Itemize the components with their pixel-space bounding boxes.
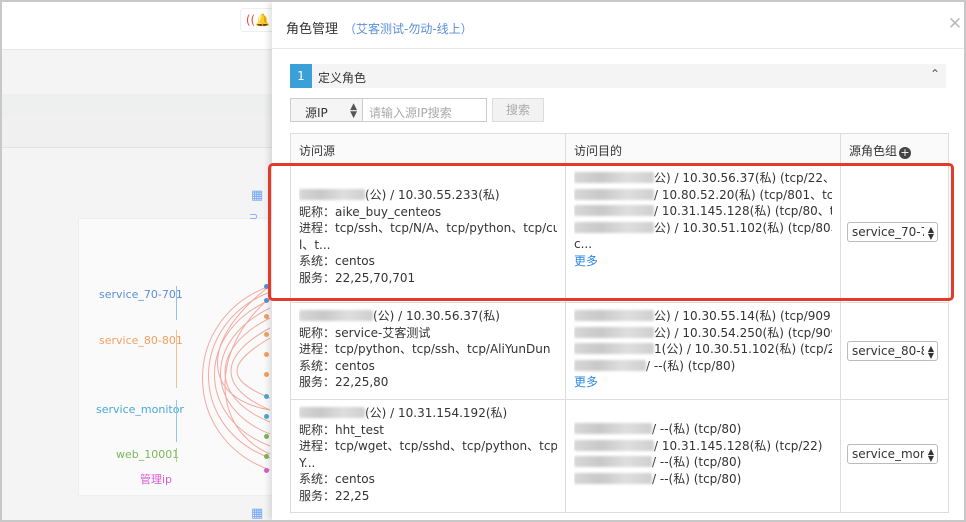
step-number: 1 [290,64,312,88]
header-source: 访问源 [291,134,566,163]
screenshot-frame: ((🔔 ▦ ⊃ ▦ service_70-701 service_80-801 … [0,0,966,522]
legend-label: service_70-701 [99,288,183,301]
table-row: (公) / 10.31.154.192(私) 昵称：hht_test 进程：tc… [291,400,948,513]
step-label: 定义角色 [318,71,367,85]
chevron-up-icon[interactable]: ⌃ [930,67,940,81]
search-input[interactable]: 请输入源IP搜索 [363,98,487,122]
header-destination: 访问目的 [566,134,841,163]
step-define-role[interactable]: 1 定义角色 ⌃ [290,64,946,88]
role-management-panel: 角色管理 （艾客测试-勿动-线上） ✕ 1 定义角色 ⌃ 源IP ▲ ▼ 请输入源I… [272,2,964,520]
role-group-select[interactable]: service_80-801▲▼ [847,341,938,361]
role-table: 访问源 访问目的 源角色组 + (公) / 10.30.55.233(私) 昵称：… [290,133,949,513]
select-arrows-icon: ▲ ▼ [350,102,357,120]
header-group: 源角色组 + [849,144,912,159]
search-button[interactable]: 搜索 [492,98,544,122]
topology-arcs [202,285,271,471]
panel-subtitle: （艾客测试-勿动-线上） [344,22,473,36]
filter-type-select[interactable]: 源IP ▲ ▼ [290,98,363,122]
more-link[interactable]: 更多 [574,253,832,270]
link-icon[interactable]: ⊃ [249,210,258,223]
add-group-icon[interactable]: + [899,147,912,159]
list-icon[interactable]: ▦ [251,188,263,203]
table-row: (公) / 10.30.55.233(私) 昵称：aike_buy_centeo… [291,164,948,303]
role-group-select[interactable]: service_monitor▲▼ [847,444,938,464]
close-icon[interactable]: ✕ [946,14,964,34]
table-row: (公) / 10.30.56.37(私) 昵称：service-艾客测试 进程：… [291,303,948,400]
table-header: 访问源 访问目的 源角色组 + [291,134,948,164]
list-icon[interactable]: ▦ [251,506,263,520]
role-group-select[interactable]: service_70-701▲▼ [847,222,938,242]
legend-label: service_80-801 [99,334,183,347]
more-link[interactable]: 更多 [574,374,832,391]
panel-title: 角色管理 （艾客测试-勿动-线上） [286,22,473,37]
bell-icon[interactable]: ((🔔 [240,8,276,32]
legend-label: web_10001 [116,448,180,461]
legend-label: service_monitor [96,403,184,416]
legend-label: 管理ip [140,473,173,486]
